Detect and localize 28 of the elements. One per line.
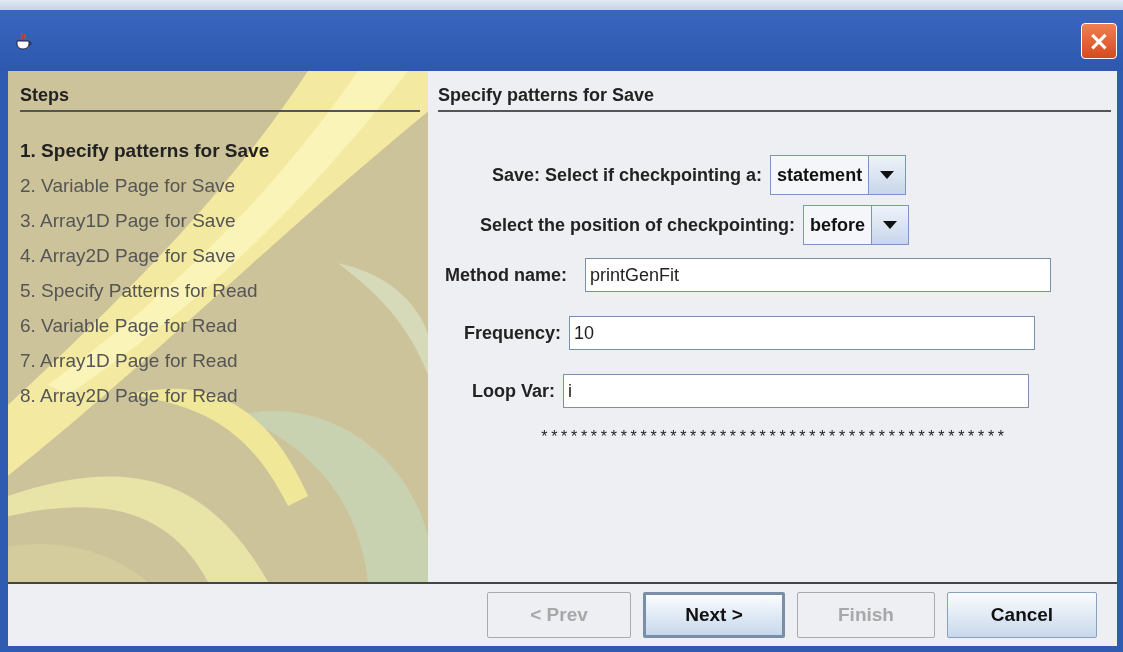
step-item: 4. Array2D Page for Save	[20, 245, 237, 268]
panel-heading: Steps	[20, 85, 420, 112]
input-field[interactable]: i	[563, 374, 1029, 408]
field-label: Frequency:	[464, 322, 562, 344]
field-label: Method name:	[445, 264, 567, 286]
step-item: 3. Array1D Page for Save	[20, 210, 237, 233]
step-item: 8. Array2D Page for Read	[20, 385, 239, 408]
dropdown[interactable]: statement	[770, 155, 907, 195]
page-heading: Specify patterns for Save	[438, 85, 1111, 112]
dialog-button: < Prev	[487, 592, 631, 638]
cup-icon	[14, 30, 34, 51]
field-label: Save: Select if checkpointing a:	[492, 164, 763, 186]
dialog-button: Finish	[797, 592, 935, 638]
caret-icon	[880, 171, 895, 179]
separator-text: ***********************************************	[541, 428, 1008, 446]
step-item: 7. Array1D Page for Read	[20, 350, 239, 373]
step-item: 2. Variable Page for Save	[20, 175, 237, 198]
step-item: 5. Specify Patterns for Read	[20, 280, 259, 303]
step-item: 1. Specify patterns for Save	[20, 140, 271, 163]
dropdown[interactable]: before	[803, 205, 910, 245]
field-label: Loop Var:	[472, 380, 555, 402]
dialog-button[interactable]: Next >	[643, 592, 785, 638]
input-field[interactable]: printGenFit	[585, 258, 1051, 292]
field-label: Select the position of checkpointing:	[480, 214, 796, 236]
input-field[interactable]: 10	[569, 316, 1036, 350]
caret-icon	[883, 221, 898, 229]
step-item: 6. Variable Page for Read	[20, 315, 239, 338]
dialog-button[interactable]: Cancel	[947, 592, 1097, 638]
